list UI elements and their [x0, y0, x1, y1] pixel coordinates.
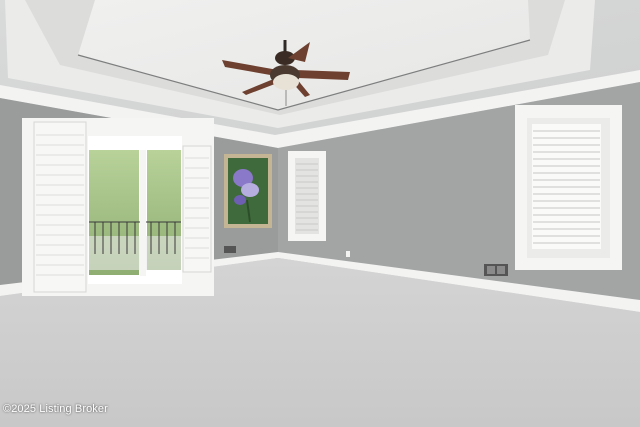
room-illustration: [0, 0, 640, 427]
room-photo: ©2025 Listing Broker: [0, 0, 640, 427]
watermark-text: ©2025 Listing Broker: [3, 403, 108, 415]
balcony-railing: [89, 221, 181, 254]
right-shutter-panel: [182, 145, 212, 273]
painting-petal: [234, 195, 246, 205]
wall-vent-right-grille-2: [497, 266, 505, 274]
fan-light-globe: [273, 74, 299, 90]
wall-vent-left: [224, 246, 236, 253]
wall-outlet: [346, 251, 350, 257]
painting-flower-highlight: [241, 183, 259, 197]
wall-vent-right-grille: [487, 266, 495, 274]
left-shutter-panel: [33, 121, 87, 293]
small-window-shutter: [295, 158, 319, 234]
